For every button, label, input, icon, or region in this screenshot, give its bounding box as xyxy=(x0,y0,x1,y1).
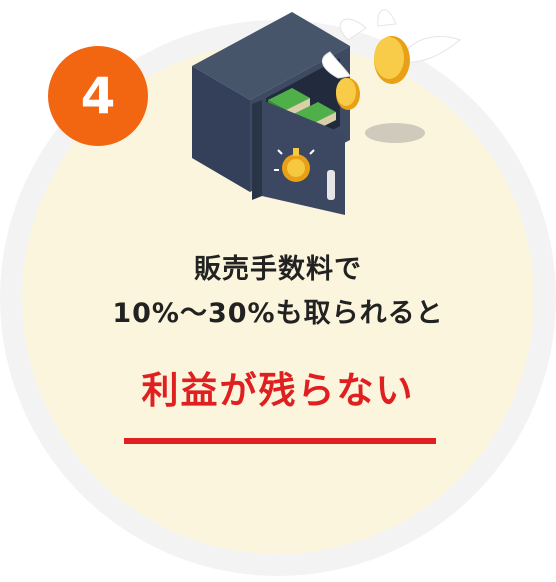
step-number: 4 xyxy=(80,67,116,125)
message-line-1: 販売手数料で xyxy=(194,254,362,285)
highlight-underline xyxy=(124,438,436,444)
highlight-text: 利益が残らない xyxy=(141,369,415,412)
step-number-badge: 4 xyxy=(48,46,148,146)
message-block: 販売手数料で 10%〜30%も取られると 利益が残らない xyxy=(0,250,556,414)
safe-with-flying-coins-icon xyxy=(192,9,461,215)
page: 4 販売手数料で 10%〜30%も取られると 利益が残らない xyxy=(0,0,556,582)
message-line-2: 10%〜30%も取られると xyxy=(112,298,444,329)
